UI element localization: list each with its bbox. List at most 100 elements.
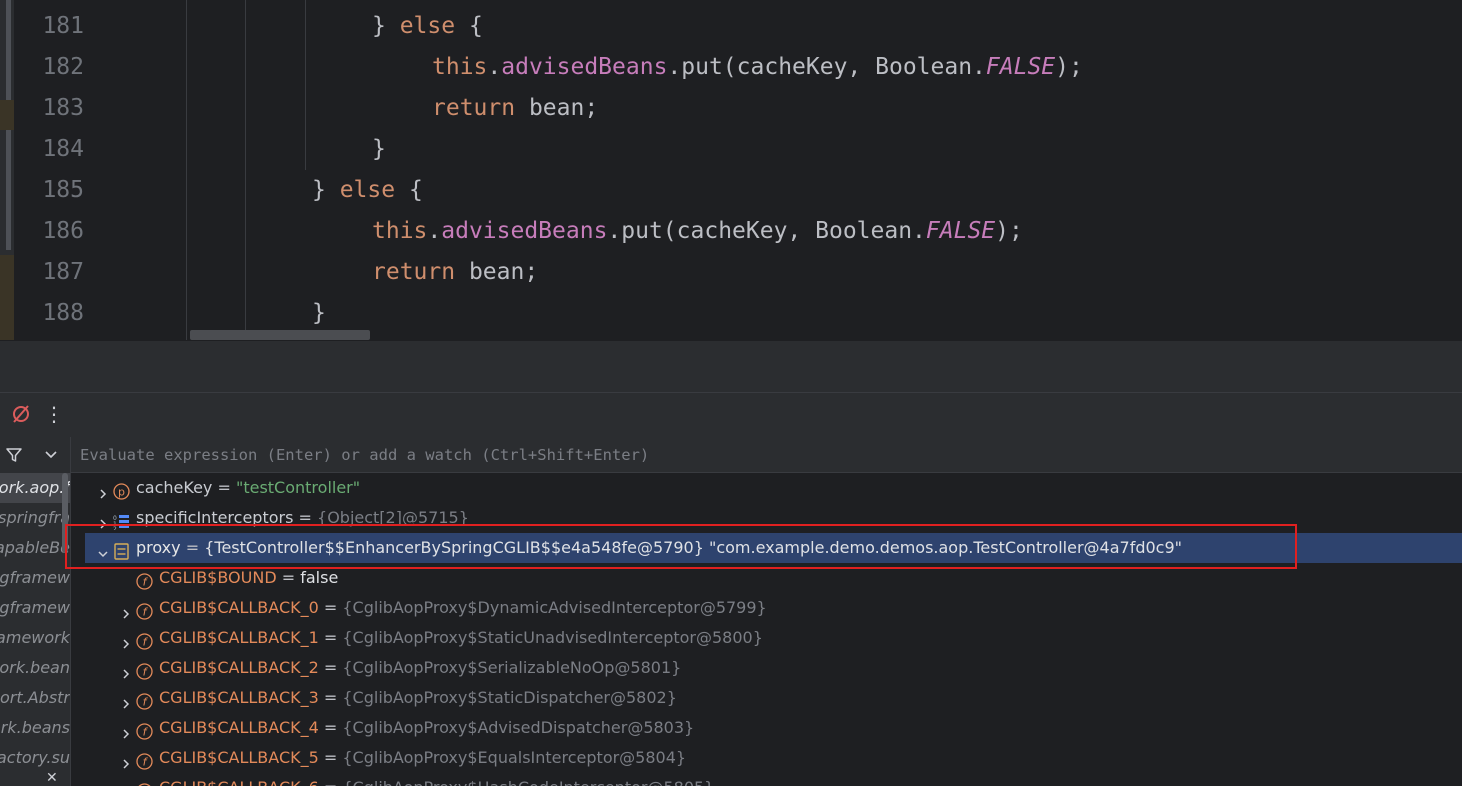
- stack-frame-label: work.bean: [0, 658, 70, 677]
- line-number[interactable]: 183: [14, 88, 84, 129]
- equals-sign: =: [180, 538, 205, 557]
- variable-value: {CglibAopProxy$AdvisedDispatcher@5803}: [342, 718, 695, 737]
- line-number[interactable]: 181: [14, 6, 84, 47]
- variable-row[interactable]: f CGLIB$BOUND = false: [71, 563, 1462, 593]
- more-options-icon[interactable]: ⋮: [44, 401, 64, 427]
- code-editor[interactable]: 181 } else { 182 this.advisedBeans.put(cach…: [0, 0, 1462, 340]
- variable-text: CGLIB$CALLBACK_6 = {CglibAopProxy$HashCo…: [159, 773, 714, 786]
- chevron-down-icon[interactable]: [96, 541, 110, 558]
- chevron-right-icon[interactable]: [119, 751, 133, 769]
- stack-frame-item[interactable]: work.aop.f: [0, 473, 70, 503]
- stack-frame-item[interactable]: ork.beans: [0, 713, 70, 743]
- line-number[interactable]: 188: [14, 293, 84, 334]
- parameter-icon: p: [113, 480, 130, 500]
- code-token: }: [312, 300, 326, 326]
- close-icon[interactable]: ✕: [46, 770, 58, 786]
- code-token: }: [372, 136, 386, 162]
- frames-header: [0, 437, 70, 474]
- code-line[interactable]: 181 } else {: [0, 6, 1462, 47]
- code-line[interactable]: 185 } else {: [0, 170, 1462, 211]
- code-text[interactable]: } else {: [312, 170, 423, 211]
- code-line[interactable]: 187 return bean;: [0, 252, 1462, 293]
- mute-breakpoints-icon[interactable]: [10, 403, 32, 425]
- debug-tool-window-header: [0, 340, 1462, 393]
- equals-sign: =: [318, 748, 343, 767]
- line-number[interactable]: 185: [14, 170, 84, 211]
- code-token: bean;: [515, 95, 599, 121]
- code-text[interactable]: return bean;: [372, 252, 538, 293]
- variable-row[interactable]: 0 1 2 specificInterceptors = {Object[2]@571…: [71, 503, 1462, 533]
- code-line[interactable]: 188}: [0, 293, 1462, 334]
- chevron-right-icon[interactable]: [119, 601, 133, 619]
- variable-value: {Object[2]@5715}: [317, 508, 469, 527]
- equals-sign: =: [212, 478, 236, 497]
- chevron-right-icon[interactable]: [96, 511, 110, 529]
- svg-text:f: f: [143, 576, 149, 589]
- chevron-right-icon[interactable]: [119, 691, 133, 709]
- variable-row[interactable]: f CGLIB$CALLBACK_4 = {CglibAopProxy$Advis…: [71, 713, 1462, 743]
- equals-sign: =: [276, 568, 301, 587]
- variable-name: CGLIB$CALLBACK_4: [159, 718, 319, 737]
- stack-frame-item[interactable]: apableBe: [0, 533, 70, 563]
- variable-value: {CglibAopProxy$EqualsInterceptor@5804}: [342, 748, 687, 767]
- variable-row[interactable]: proxy = {TestController$$EnhancerBySprin…: [85, 533, 1462, 563]
- code-token: }: [312, 177, 340, 203]
- line-number[interactable]: 186: [14, 211, 84, 252]
- code-token: .: [487, 54, 502, 80]
- code-line[interactable]: 182 this.advisedBeans.put(cacheKey, Boole…: [0, 47, 1462, 88]
- code-text[interactable]: } else {: [372, 6, 483, 47]
- debug-toolbar: ⋮: [0, 392, 1462, 437]
- horizontal-scrollbar[interactable]: [190, 330, 370, 340]
- chevron-right-icon[interactable]: [119, 721, 133, 739]
- stack-frame-item[interactable]: factory.su: [0, 743, 70, 773]
- variable-row[interactable]: f CGLIB$CALLBACK_6 = {CglibAopProxy$HashC…: [71, 773, 1462, 786]
- chevron-right-icon[interactable]: [119, 631, 133, 649]
- svg-text:f: f: [143, 666, 149, 679]
- equals-sign: =: [318, 658, 343, 677]
- code-text[interactable]: }: [372, 129, 386, 170]
- code-token: FALSE: [925, 218, 996, 244]
- field-icon: f: [136, 570, 153, 590]
- code-text[interactable]: this.advisedBeans.put(cacheKey, Boolean.…: [372, 211, 1023, 252]
- code-token: {: [455, 13, 483, 39]
- field-icon: f: [136, 720, 153, 740]
- stack-frame-item[interactable]: ramework: [0, 623, 70, 653]
- svg-text:f: f: [143, 726, 149, 739]
- stack-frame-item[interactable]: ngframew: [0, 593, 70, 623]
- code-token: return: [372, 259, 456, 285]
- variable-row[interactable]: p cacheKey = "testController": [71, 473, 1462, 503]
- code-text[interactable]: this.advisedBeans.put(cacheKey, Boolean.…: [432, 47, 1083, 88]
- stack-frame-item[interactable]: ngframew: [0, 563, 70, 593]
- variable-value: {CglibAopProxy$StaticUnadvisedIntercepto…: [342, 628, 763, 647]
- line-number[interactable]: 182: [14, 47, 84, 88]
- line-number[interactable]: 184: [14, 129, 84, 170]
- stack-frame-item[interactable]: ort.Abstr: [0, 683, 70, 713]
- evaluate-expression-input[interactable]: [71, 437, 1460, 472]
- stack-frame-item[interactable]: work.bean: [0, 653, 70, 683]
- stack-frame-label: ork.beans: [0, 718, 70, 737]
- line-number[interactable]: 187: [14, 252, 84, 293]
- code-line[interactable]: 183 return bean;: [0, 88, 1462, 129]
- variable-row[interactable]: f CGLIB$CALLBACK_3 = {CglibAopProxy$Stati…: [71, 683, 1462, 713]
- equals-sign: =: [293, 508, 318, 527]
- variable-name: CGLIB$CALLBACK_1: [159, 628, 319, 647]
- code-text[interactable]: return bean;: [432, 88, 598, 129]
- variable-row[interactable]: f CGLIB$CALLBACK_0 = {CglibAopProxy$Dynam…: [71, 593, 1462, 623]
- variable-text: CGLIB$BOUND = false: [159, 563, 338, 593]
- chevron-right-icon[interactable]: [119, 661, 133, 679]
- chevron-right-icon[interactable]: [96, 481, 110, 499]
- code-text[interactable]: }: [312, 293, 326, 334]
- filter-icon[interactable]: [4, 445, 24, 465]
- code-line[interactable]: 184}: [0, 129, 1462, 170]
- stack-frame-item[interactable]: springfra: [0, 503, 70, 533]
- chevron-down-icon[interactable]: [42, 447, 60, 463]
- variable-row[interactable]: f CGLIB$CALLBACK_5 = {CglibAopProxy$Equal…: [71, 743, 1462, 773]
- stack-frame-label: work.aop.f: [0, 478, 70, 497]
- frames-scrollbar[interactable]: [62, 473, 68, 553]
- variable-value: {CglibAopProxy$DynamicAdvisedInterceptor…: [342, 598, 767, 617]
- variable-row[interactable]: f CGLIB$CALLBACK_1 = {CglibAopProxy$Stati…: [71, 623, 1462, 653]
- equals-sign: =: [318, 718, 343, 737]
- chevron-right-icon[interactable]: [119, 781, 133, 786]
- code-line[interactable]: 186 this.advisedBeans.put(cacheKey, Boole…: [0, 211, 1462, 252]
- variable-row[interactable]: f CGLIB$CALLBACK_2 = {CglibAopProxy$Seria…: [71, 653, 1462, 683]
